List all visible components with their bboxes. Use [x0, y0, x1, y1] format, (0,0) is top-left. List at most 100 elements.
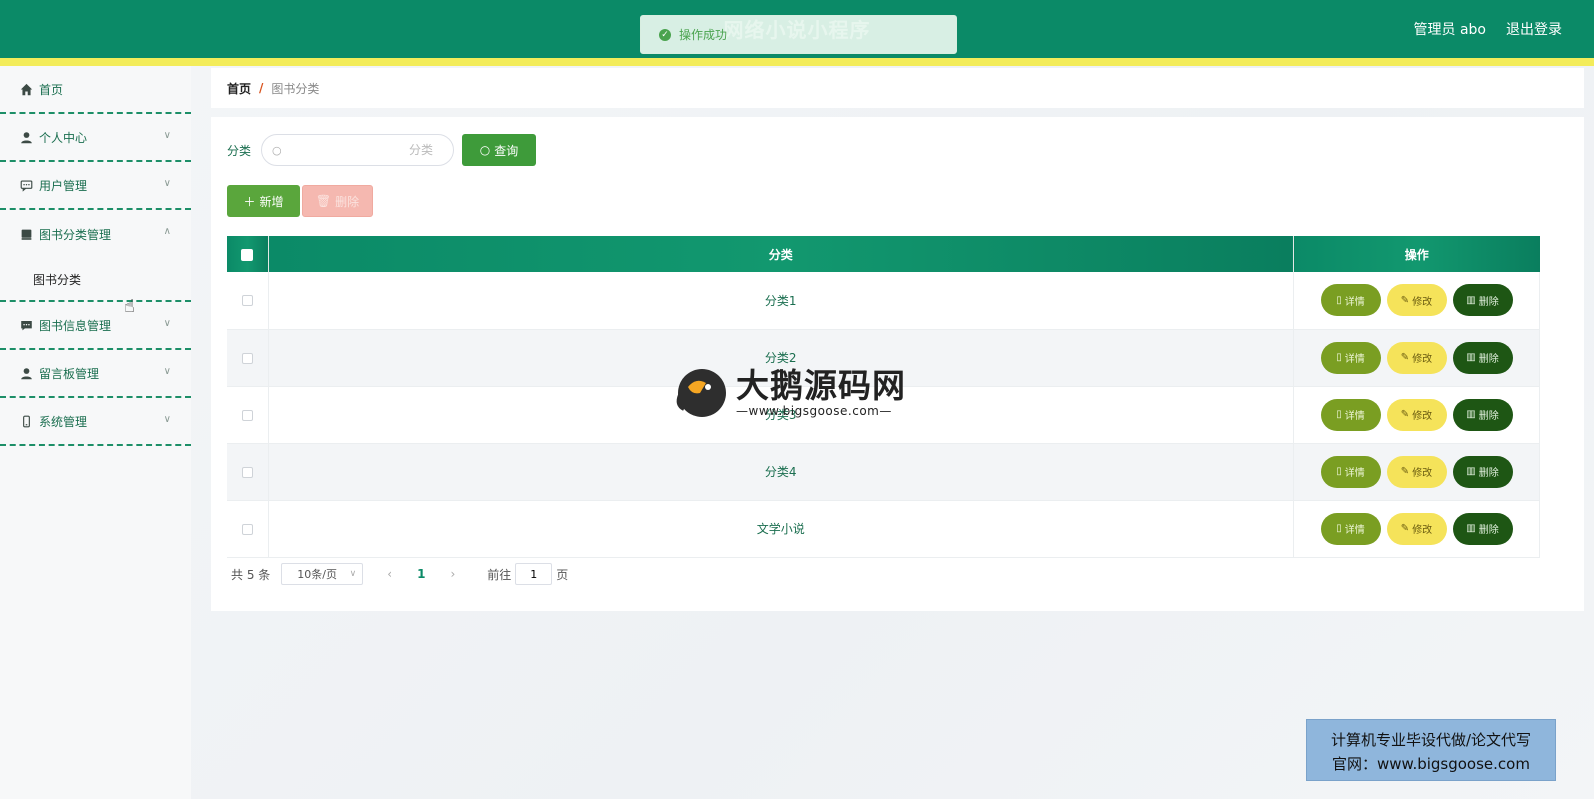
document-icon: ▯: [1336, 523, 1342, 534]
select-all-checkbox[interactable]: [241, 248, 254, 261]
page-size-value: 10条/页: [297, 568, 337, 581]
edit-label: 修改: [1412, 354, 1433, 365]
sidebar-subitem-label: 图书分类: [33, 272, 82, 287]
sidebar-item-book-info[interactable]: 图书信息管理 ∨: [0, 302, 191, 350]
delete-button[interactable]: ▥ 删除: [1452, 284, 1513, 317]
trash-icon: 🗑: [315, 194, 332, 208]
sidebar-item-system[interactable]: 系统管理 ∨: [0, 398, 191, 446]
actions-cell: ▯ 详情 ✎ 修改 ▥ 删除: [1293, 500, 1540, 558]
logout-link[interactable]: 退出登录: [1506, 19, 1562, 39]
sidebar-item-profile[interactable]: 个人中心 ∨: [0, 114, 191, 162]
search-bar: 分类 ○ ○ 查询: [227, 134, 537, 166]
delete-label: 删除: [1478, 296, 1499, 308]
detail-button[interactable]: ▯ 详情: [1320, 284, 1381, 317]
edit-button[interactable]: ✎ 修改: [1386, 398, 1447, 431]
user-icon: [21, 367, 32, 379]
goto-page-input[interactable]: [515, 563, 553, 585]
delete-button[interactable]: ▥ 删除: [1452, 455, 1513, 488]
add-button[interactable]: ＋ 新增: [227, 185, 300, 217]
sidebar-item-message-board[interactable]: 留言板管理 ∨: [0, 350, 191, 398]
admin-user-label[interactable]: 管理员 abo: [1414, 19, 1486, 39]
sidebar-item-users[interactable]: 用户管理 ∨: [0, 162, 191, 210]
detail-button[interactable]: ▯ 详情: [1320, 341, 1381, 374]
delete-button[interactable]: ▥ 删除: [1452, 512, 1513, 545]
chevron-down-icon: ∨: [163, 366, 171, 377]
sidebar-item-label: 系统管理: [39, 414, 88, 429]
detail-label: 详情: [1344, 525, 1365, 536]
row-checkbox[interactable]: [241, 409, 253, 421]
sidebar-item-label: 首页: [39, 82, 64, 97]
batch-delete-button[interactable]: 🗑 删除: [302, 185, 373, 217]
goto-suffix: 页: [556, 567, 569, 582]
batch-delete-label: 删除: [335, 194, 360, 209]
header-user-area: 管理员 abo 退出登录: [1414, 19, 1562, 39]
sidebar-item-label: 图书信息管理: [39, 318, 112, 333]
detail-button[interactable]: ▯ 详情: [1320, 455, 1381, 488]
breadcrumb-home[interactable]: 首页: [227, 80, 251, 97]
sidebar-item-label: 个人中心: [39, 130, 88, 145]
edit-button[interactable]: ✎ 修改: [1386, 512, 1447, 545]
prev-page-icon[interactable]: ‹: [387, 567, 392, 581]
detail-label: 详情: [1344, 468, 1365, 479]
edit-label: 修改: [1412, 525, 1433, 536]
sidebar-item-book-category[interactable]: 图书分类管理 ∧: [0, 210, 191, 258]
edit-label: 修改: [1412, 468, 1433, 479]
sidebar-subitem-book-category[interactable]: 图书分类: [0, 258, 191, 302]
search-input[interactable]: [290, 136, 446, 164]
document-icon: ▯: [1336, 466, 1342, 477]
search-input-wrapper: ○: [261, 134, 455, 166]
row-checkbox[interactable]: [241, 523, 253, 535]
table-header-row: 分类 操作: [227, 236, 1540, 272]
pencil-icon: ✎: [1400, 466, 1410, 477]
chat-icon: [20, 179, 33, 192]
book-icon: [21, 229, 32, 240]
pagination: 共 5 条 10条/页 ∨ ‹ 1 › 前往 页: [231, 563, 568, 585]
row-checkbox-cell: [227, 443, 269, 501]
delete-label: 删除: [1478, 468, 1499, 479]
trash-icon: ▥: [1466, 523, 1476, 534]
page-size-select[interactable]: 10条/页 ∨: [281, 563, 364, 585]
edit-button[interactable]: ✎ 修改: [1386, 455, 1447, 488]
pencil-icon: ✎: [1400, 523, 1410, 534]
actions-cell: ▯ 详情 ✎ 修改 ▥ 删除: [1293, 443, 1540, 501]
row-checkbox-cell: [227, 386, 269, 444]
delete-button[interactable]: ▥ 删除: [1452, 398, 1513, 431]
table-row: 分类1 ▯ 详情 ✎ 修改 ▥ 删除: [227, 272, 1540, 330]
row-checkbox[interactable]: [241, 466, 253, 478]
page-number-current[interactable]: 1: [417, 567, 425, 581]
breadcrumb: 首页 / 图书分类: [211, 68, 1584, 108]
row-checkbox[interactable]: [241, 295, 253, 307]
column-header-actions: 操作: [1293, 236, 1540, 272]
edit-button[interactable]: ✎ 修改: [1386, 341, 1447, 374]
sidebar-item-label: 留言板管理: [39, 366, 100, 381]
search-label: 分类: [227, 143, 252, 158]
query-button[interactable]: ○ 查询: [462, 134, 537, 166]
row-checkbox[interactable]: [241, 352, 253, 364]
row-checkbox-cell: [227, 500, 269, 558]
sidebar: 首页 个人中心 ∨ 用户管理 ∨ 图书分类管理 ∧ 图书分类 图书信息管理 ∨ …: [0, 66, 191, 799]
detail-button[interactable]: ▯ 详情: [1320, 398, 1381, 431]
edit-button[interactable]: ✎ 修改: [1386, 284, 1447, 317]
row-checkbox-cell: [227, 329, 269, 387]
plus-icon: ＋: [243, 194, 256, 209]
breadcrumb-separator: /: [259, 81, 264, 95]
detail-button[interactable]: ▯ 详情: [1320, 512, 1381, 545]
delete-label: 删除: [1478, 411, 1499, 422]
corner-ad-banner: 计算机专业毕设代做/论文代写 官网：www.bigsgoose.com: [1306, 719, 1556, 781]
corner-ad-line1: 计算机专业毕设代做/论文代写: [1330, 731, 1532, 749]
header-accent-stripe: [0, 58, 1594, 66]
phone-icon: [23, 415, 30, 427]
next-page-icon[interactable]: ›: [450, 567, 455, 581]
table-row: 分类4 ▯ 详情 ✎ 修改 ▥ 删除: [227, 443, 1540, 501]
column-header-category: 分类: [268, 236, 1294, 272]
sidebar-item-home[interactable]: 首页: [0, 66, 191, 114]
pencil-icon: ✎: [1400, 294, 1410, 306]
edit-label: 修改: [1412, 296, 1433, 308]
actions-cell: ▯ 详情 ✎ 修改 ▥ 删除: [1293, 329, 1540, 387]
action-bar: ＋ 新增 🗑 删除: [227, 185, 373, 217]
check-circle-icon: ✓: [659, 28, 671, 41]
category-cell: 分类4: [268, 443, 1294, 501]
category-cell: 文学小说: [268, 500, 1294, 558]
delete-button[interactable]: ▥ 删除: [1452, 341, 1513, 374]
pencil-icon: ✎: [1400, 409, 1410, 420]
